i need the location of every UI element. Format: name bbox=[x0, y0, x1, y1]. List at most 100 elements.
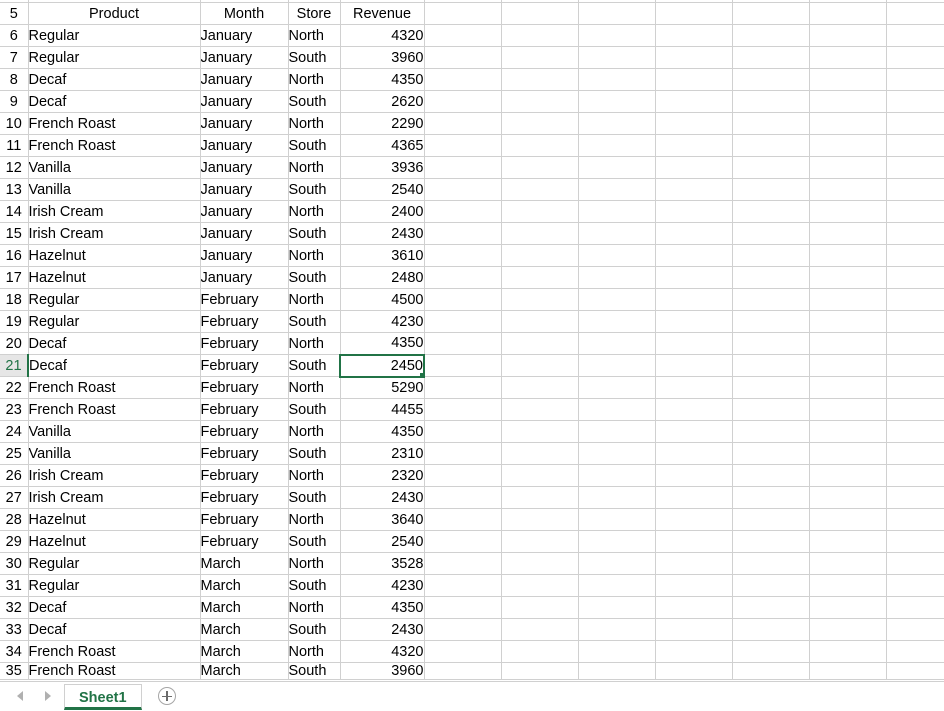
empty-cell[interactable] bbox=[886, 222, 944, 245]
cell-store[interactable]: South bbox=[288, 266, 341, 289]
empty-cell[interactable] bbox=[501, 46, 579, 69]
empty-cell[interactable] bbox=[809, 90, 887, 113]
cell-revenue[interactable]: 4350 bbox=[340, 420, 425, 443]
cell-revenue[interactable]: 2310 bbox=[340, 442, 425, 465]
empty-cell[interactable] bbox=[886, 662, 944, 680]
empty-cell[interactable] bbox=[655, 442, 733, 465]
empty-cell[interactable] bbox=[578, 420, 656, 443]
cell-product[interactable]: French Roast bbox=[28, 398, 201, 421]
cell-month[interactable]: March bbox=[200, 596, 289, 619]
empty-cell[interactable] bbox=[424, 640, 502, 663]
empty-cell[interactable] bbox=[424, 178, 502, 201]
cell-product[interactable]: Decaf bbox=[28, 596, 201, 619]
empty-cell[interactable] bbox=[578, 442, 656, 465]
empty-cell[interactable] bbox=[886, 200, 944, 223]
cell-revenue[interactable]: 2320 bbox=[340, 464, 425, 487]
empty-cell[interactable] bbox=[501, 222, 579, 245]
empty-cell[interactable] bbox=[501, 442, 579, 465]
empty-cell[interactable] bbox=[732, 310, 810, 333]
empty-cell[interactable] bbox=[732, 662, 810, 680]
row-header[interactable]: 10 bbox=[0, 112, 29, 135]
empty-cell[interactable] bbox=[732, 398, 810, 421]
empty-cell[interactable] bbox=[886, 244, 944, 267]
empty-cell[interactable] bbox=[578, 68, 656, 91]
cell-month[interactable]: February bbox=[200, 508, 289, 531]
spreadsheet-grid[interactable]: 45ProductMonthStoreRevenue6RegularJanuar… bbox=[0, 0, 944, 681]
empty-cell[interactable] bbox=[424, 310, 502, 333]
empty-cell[interactable] bbox=[732, 222, 810, 245]
row-header[interactable]: 27 bbox=[0, 486, 29, 509]
row-header[interactable]: 32 bbox=[0, 596, 29, 619]
column-header-month[interactable]: Month bbox=[200, 2, 289, 25]
cell-product[interactable]: French Roast bbox=[28, 640, 201, 663]
empty-cell[interactable] bbox=[578, 178, 656, 201]
empty-cell[interactable] bbox=[655, 574, 733, 597]
cell-revenue[interactable]: 3640 bbox=[340, 508, 425, 531]
cell-revenue[interactable]: 4365 bbox=[340, 134, 425, 157]
cell-store[interactable]: South bbox=[288, 310, 341, 333]
right-arrow-icon[interactable] bbox=[42, 690, 54, 702]
empty-cell[interactable] bbox=[732, 530, 810, 553]
empty-cell[interactable] bbox=[886, 640, 944, 663]
empty-cell[interactable] bbox=[578, 90, 656, 113]
selected-cell[interactable]: 2450 bbox=[339, 353, 425, 378]
empty-cell[interactable] bbox=[655, 134, 733, 157]
empty-cell[interactable] bbox=[424, 442, 502, 465]
cell-month[interactable]: January bbox=[200, 90, 289, 113]
empty-cell[interactable] bbox=[732, 288, 810, 311]
empty-cell[interactable] bbox=[809, 464, 887, 487]
empty-cell[interactable] bbox=[501, 244, 579, 267]
empty-cell[interactable] bbox=[655, 46, 733, 69]
row-header[interactable]: 9 bbox=[0, 90, 29, 113]
cell-revenue[interactable]: 4230 bbox=[340, 574, 425, 597]
empty-cell[interactable] bbox=[886, 354, 944, 377]
empty-cell[interactable] bbox=[578, 552, 656, 575]
add-sheet-button[interactable] bbox=[157, 687, 176, 705]
cell-revenue[interactable]: 2430 bbox=[340, 222, 425, 245]
empty-cell[interactable] bbox=[655, 310, 733, 333]
cell-month[interactable]: March bbox=[200, 618, 289, 641]
cell-revenue[interactable]: 2540 bbox=[340, 178, 425, 201]
empty-cell[interactable] bbox=[732, 156, 810, 179]
cell-product[interactable]: Regular bbox=[28, 552, 201, 575]
empty-cell[interactable] bbox=[732, 244, 810, 267]
cell-month[interactable]: March bbox=[200, 574, 289, 597]
cell-month[interactable]: February bbox=[200, 486, 289, 509]
cell-month[interactable]: February bbox=[200, 530, 289, 553]
cell-product[interactable]: Hazelnut bbox=[28, 244, 201, 267]
cell-revenue[interactable]: 2540 bbox=[340, 530, 425, 553]
empty-cell[interactable] bbox=[424, 200, 502, 223]
empty-cell[interactable] bbox=[424, 552, 502, 575]
empty-cell[interactable] bbox=[501, 266, 579, 289]
row-header[interactable]: 13 bbox=[0, 178, 29, 201]
cell-month[interactable]: February bbox=[200, 288, 289, 311]
cell-product[interactable]: Vanilla bbox=[28, 156, 201, 179]
cell-revenue[interactable]: 5290 bbox=[340, 376, 425, 399]
empty-cell[interactable] bbox=[732, 90, 810, 113]
cell-product[interactable]: Irish Cream bbox=[28, 222, 201, 245]
empty-cell[interactable] bbox=[424, 244, 502, 267]
empty-cell[interactable] bbox=[655, 244, 733, 267]
empty-cell[interactable] bbox=[809, 244, 887, 267]
empty-cell[interactable] bbox=[424, 134, 502, 157]
cell-revenue[interactable]: 2480 bbox=[340, 266, 425, 289]
cell-store[interactable]: South bbox=[288, 90, 341, 113]
empty-cell[interactable] bbox=[809, 178, 887, 201]
cell-store[interactable]: North bbox=[288, 24, 341, 47]
cell-product[interactable]: French Roast bbox=[28, 376, 201, 399]
empty-cell[interactable] bbox=[578, 574, 656, 597]
empty-cell[interactable] bbox=[578, 134, 656, 157]
empty-cell[interactable] bbox=[578, 464, 656, 487]
cell-store[interactable]: South bbox=[288, 442, 341, 465]
empty-cell[interactable] bbox=[501, 486, 579, 509]
empty-cell[interactable] bbox=[655, 288, 733, 311]
cell-store[interactable]: North bbox=[288, 420, 341, 443]
empty-cell[interactable] bbox=[578, 244, 656, 267]
cell-store[interactable]: North bbox=[288, 596, 341, 619]
empty-cell[interactable] bbox=[578, 398, 656, 421]
cell-month[interactable]: January bbox=[200, 222, 289, 245]
row-header[interactable]: 24 bbox=[0, 420, 29, 443]
cell-month[interactable]: January bbox=[200, 68, 289, 91]
empty-cell[interactable] bbox=[578, 310, 656, 333]
cell-product[interactable]: Regular bbox=[28, 310, 201, 333]
